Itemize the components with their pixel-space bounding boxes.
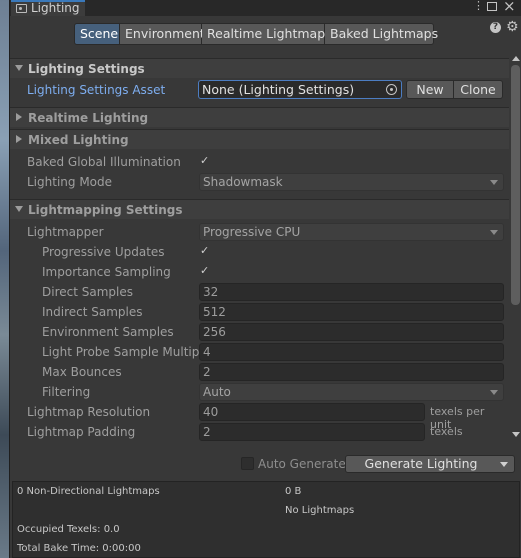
lighting-mode-dropdown[interactable]: Shadowmask [199, 173, 504, 191]
tab-baked-lightmaps[interactable]: Baked Lightmaps [325, 23, 438, 45]
window-tab-label: Lighting [31, 1, 80, 15]
lightmap-padding-label: Lightmap Padding [27, 425, 136, 439]
baked-gi-row: Baked Global Illumination ✓ [10, 152, 509, 172]
lighting-mode-label: Lighting Mode [27, 175, 113, 189]
section-title: Realtime Lighting [28, 111, 149, 125]
lightmap-count: 0 Non-Directional Lightmaps [17, 486, 160, 497]
toolbar: Scene Environment Realtime Lightmaps Bak… [10, 16, 521, 54]
tab-environment[interactable]: Environment [120, 23, 205, 45]
filtering-row: Filtering Auto [10, 382, 509, 402]
new-button[interactable]: New [406, 80, 454, 99]
lightmap-padding-input[interactable]: 2 [199, 423, 425, 441]
lighting-settings-asset-label: Lighting Settings Asset [27, 83, 166, 97]
light-probe-multiplier-label: Light Probe Sample Multiplier [42, 345, 200, 359]
mode-tabs: Scene Environment Realtime Lightmaps Bak… [74, 23, 438, 45]
lightmap-padding-row: Lightmap Padding 2 texels [10, 422, 509, 442]
filtering-label: Filtering [42, 385, 91, 399]
scroll-thumb[interactable] [511, 65, 520, 305]
bake-bar: Auto Generate Generate Lighting [10, 444, 521, 482]
progressive-updates-label: Progressive Updates [42, 245, 165, 259]
max-bounces-label: Max Bounces [42, 365, 122, 379]
section-lighting-settings[interactable]: Lighting Settings [10, 58, 509, 78]
lightmap-resolution-input[interactable]: 40 [199, 403, 425, 421]
lightmapper-dropdown[interactable]: Progressive CPU [199, 223, 504, 241]
progressive-updates-row: Progressive Updates ✓ [10, 242, 509, 262]
foldout-closed-icon [16, 113, 22, 121]
scene-background-strip [0, 0, 9, 558]
max-bounces-input[interactable]: 2 [199, 363, 504, 381]
scroll-up-icon[interactable] [512, 56, 520, 61]
section-lightmapping-settings[interactable]: Lightmapping Settings [10, 199, 509, 219]
filtering-value: Auto [203, 385, 231, 399]
window-menu-icon[interactable]: ⋮ [473, 0, 484, 12]
lighting-icon [16, 4, 27, 13]
section-realtime-lighting[interactable]: Realtime Lighting [10, 107, 509, 127]
help-icon[interactable]: ? [490, 22, 501, 33]
section-title: Lightmapping Settings [28, 203, 183, 217]
lighting-mode-row: Lighting Mode Shadowmask [10, 172, 509, 192]
lightmapper-value: Progressive CPU [203, 225, 301, 239]
indirect-samples-label: Indirect Samples [42, 305, 143, 319]
generate-lighting-button[interactable]: Generate Lighting [345, 455, 515, 473]
light-probe-multiplier-input[interactable]: 4 [199, 343, 504, 361]
baked-gi-label: Baked Global Illumination [27, 155, 181, 169]
foldout-open-icon [15, 65, 23, 71]
section-title: Mixed Lighting [28, 133, 129, 147]
lightmap-resolution-row: Lightmap Resolution 40 texels per unit [10, 402, 509, 431]
chevron-down-icon [490, 180, 498, 185]
chevron-down-icon [490, 230, 498, 235]
foldout-open-icon [15, 206, 23, 212]
inspector-content: Lighting Settings Lighting Settings Asse… [10, 54, 509, 444]
indirect-samples-input[interactable]: 512 [199, 303, 504, 321]
total-bake-time: Total Bake Time: 0:00:00 [17, 543, 141, 554]
lightmapper-row: Lightmapper Progressive CPU [10, 222, 509, 242]
baked-gi-checkbox[interactable]: ✓ [200, 155, 212, 167]
lighting-settings-asset-field[interactable]: None (Lighting Settings) [198, 80, 402, 99]
progressive-updates-checkbox[interactable]: ✓ [200, 245, 212, 257]
object-picker-icon[interactable] [386, 84, 397, 95]
padding-unit: texels [430, 425, 463, 438]
light-probe-multiplier-row: Light Probe Sample Multiplier 4 [10, 342, 509, 362]
gear-icon[interactable]: ⚙ [506, 19, 519, 35]
importance-sampling-row: Importance Sampling ✓ [10, 262, 509, 282]
occupied-texels: Occupied Texels: 0.0 [17, 524, 120, 535]
bake-stats-panel: 0 Non-Directional Lightmaps 0 B No Light… [12, 481, 520, 558]
auto-generate-checkbox[interactable] [241, 457, 254, 470]
vertical-scrollbar[interactable] [509, 54, 521, 444]
tab-scene[interactable]: Scene [74, 23, 120, 45]
max-bounces-row: Max Bounces 2 [10, 362, 509, 382]
lighting-settings-asset-row: Lighting Settings Asset None (Lighting S… [10, 80, 509, 100]
auto-generate-label: Auto Generate [258, 457, 346, 471]
direct-samples-input[interactable]: 32 [199, 283, 504, 301]
environment-samples-label: Environment Samples [42, 325, 174, 339]
lightmap-resolution-label: Lightmap Resolution [27, 405, 151, 419]
direct-samples-row: Direct Samples 32 [10, 282, 509, 302]
importance-sampling-checkbox[interactable]: ✓ [200, 265, 212, 277]
window-tab[interactable]: Lighting [11, 0, 85, 16]
chevron-down-icon [490, 390, 498, 395]
tab-realtime-lightmaps[interactable]: Realtime Lightmaps [202, 23, 332, 45]
clone-button[interactable]: Clone [453, 80, 503, 99]
chevron-down-icon[interactable] [500, 462, 508, 467]
title-bar: Lighting ⋮ × [10, 0, 521, 16]
lighting-window: Lighting ⋮ × Scene Environment Realtime … [9, 0, 521, 558]
asset-field-value: None (Lighting Settings) [202, 82, 355, 97]
close-icon[interactable]: × [503, 0, 516, 14]
generate-lighting-label: Generate Lighting [364, 456, 478, 471]
lightmapper-label: Lightmapper [27, 225, 104, 239]
environment-samples-row: Environment Samples 256 [10, 322, 509, 342]
foldout-closed-icon [16, 135, 22, 143]
direct-samples-label: Direct Samples [42, 285, 133, 299]
section-mixed-lighting[interactable]: Mixed Lighting [10, 129, 509, 149]
filtering-dropdown[interactable]: Auto [199, 383, 504, 401]
maximize-icon[interactable] [487, 2, 497, 11]
lighting-mode-value: Shadowmask [203, 175, 283, 189]
section-title: Lighting Settings [28, 62, 145, 76]
indirect-samples-row: Indirect Samples 512 [10, 302, 509, 322]
scroll-down-icon[interactable] [512, 432, 520, 437]
importance-sampling-label: Importance Sampling [42, 265, 171, 279]
lightmap-size: 0 B [285, 486, 302, 497]
environment-samples-input[interactable]: 256 [199, 323, 504, 341]
no-lightmaps-text: No Lightmaps [285, 505, 355, 516]
